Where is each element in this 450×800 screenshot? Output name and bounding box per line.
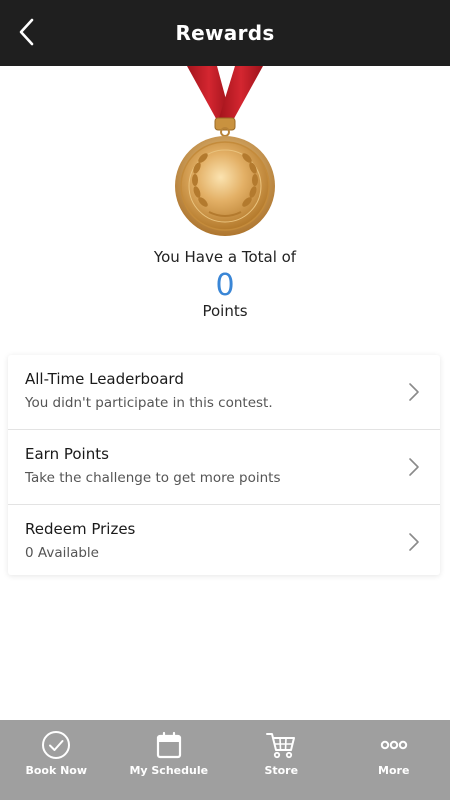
page-title: Rewards: [175, 21, 275, 45]
nav-label: Store: [264, 764, 299, 777]
list-item-subtitle: You didn't participate in this contest.: [25, 395, 273, 411]
chevron-right-icon: [409, 458, 419, 476]
nav-more[interactable]: More: [338, 720, 450, 800]
points-value: 0: [215, 268, 235, 303]
chevron-right-icon: [409, 533, 419, 551]
list-item-earn-points[interactable]: Earn Points Take the challenge to get mo…: [8, 430, 440, 505]
nav-label: My Schedule: [129, 764, 209, 777]
nav-label: Book Now: [25, 764, 88, 777]
list-item-leaderboard[interactable]: All-Time Leaderboard You didn't particip…: [8, 355, 440, 430]
chevron-left-icon: [19, 18, 34, 46]
nav-my-schedule[interactable]: My Schedule: [113, 720, 226, 800]
nav-store[interactable]: Store: [225, 720, 338, 800]
list-item-title: Redeem Prizes: [25, 520, 136, 538]
more-dots-icon: [380, 740, 407, 750]
cart-icon: [266, 733, 296, 759]
medal-illustration: [0, 66, 450, 246]
bottom-nav-bar: Book Now My Schedule Store More: [0, 720, 450, 800]
list-item-title: Earn Points: [25, 445, 109, 463]
list-item-redeem-prizes[interactable]: Redeem Prizes 0 Available: [8, 505, 440, 579]
points-label: Points: [202, 302, 248, 320]
list-item-subtitle: 0 Available: [25, 545, 99, 561]
rewards-options-list: All-Time Leaderboard You didn't particip…: [8, 355, 440, 575]
nav-book-now[interactable]: Book Now: [0, 720, 113, 800]
calendar-icon: [156, 731, 181, 759]
total-label: You Have a Total of: [153, 248, 297, 266]
gold-medal-icon: [175, 66, 275, 236]
chevron-right-icon: [409, 383, 419, 401]
check-circle-icon: [42, 731, 71, 759]
list-item-title: All-Time Leaderboard: [25, 370, 184, 388]
list-item-subtitle: Take the challenge to get more points: [25, 470, 281, 486]
app-header: Rewards: [0, 0, 450, 66]
back-button[interactable]: [12, 14, 40, 50]
points-summary: You Have a Total of 0 Points: [0, 246, 450, 320]
nav-label: More: [378, 764, 410, 777]
rewards-screen: Rewards You Have a Total of 0 Points All…: [0, 0, 450, 800]
